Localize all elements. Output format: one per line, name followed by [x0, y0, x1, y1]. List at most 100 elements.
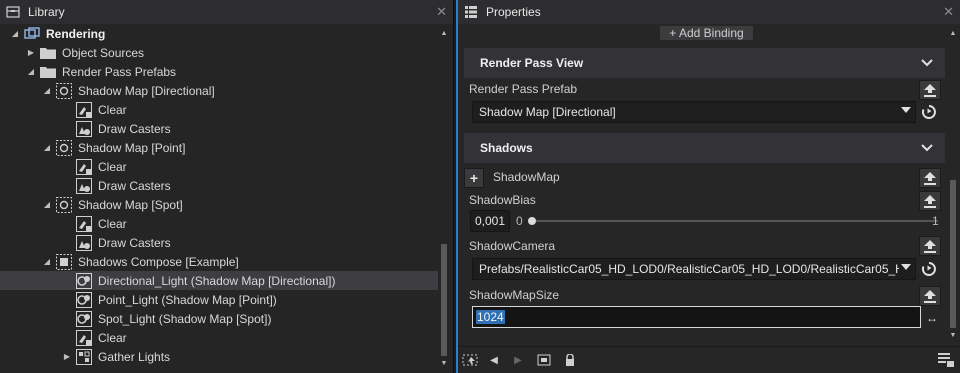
- scroll-down-icon[interactable]: ▼: [439, 358, 449, 368]
- library-scrollbar[interactable]: ▲ ▼: [439, 28, 449, 368]
- draw-stage-icon: [76, 234, 92, 251]
- caret-spacer: [62, 181, 72, 191]
- tree-item-label: Object Sources: [62, 45, 145, 60]
- tree-item[interactable]: Clear: [0, 100, 438, 119]
- render-pass-icon: [56, 139, 72, 156]
- scroll-down-icon[interactable]: ▼: [948, 330, 958, 340]
- tree-item[interactable]: Draw Casters: [0, 176, 438, 195]
- forward-arrow-icon[interactable]: ▶: [510, 353, 526, 367]
- tree-item[interactable]: ◢ Shadow Map [Point]: [0, 138, 438, 157]
- tree-item[interactable]: Clear: [0, 157, 438, 176]
- shadow-bias-slider-handle[interactable]: [528, 217, 536, 225]
- properties-scroll-thumb[interactable]: [950, 180, 956, 328]
- shadows-section-header[interactable]: Shadows: [464, 133, 945, 163]
- properties-panel: Properties ✕ + Add Binding Render Pass V…: [456, 0, 960, 373]
- shadow-bias-slider[interactable]: [530, 220, 938, 222]
- navigate-to-icon[interactable]: [921, 261, 937, 277]
- tree-item[interactable]: Point_Light (Shadow Map [Point]): [0, 290, 438, 309]
- slider-min-label: 0: [516, 214, 523, 228]
- properties-icon: [464, 5, 478, 19]
- tree-item[interactable]: ◢ Shadow Map [Directional]: [0, 81, 438, 100]
- tree-item[interactable]: ▶ Object Sources: [0, 43, 438, 62]
- library-close-icon[interactable]: ✕: [436, 4, 447, 20]
- library-icon: [6, 5, 20, 19]
- navigate-to-icon[interactable]: [921, 104, 937, 120]
- tree-item[interactable]: Draw Casters: [0, 119, 438, 138]
- properties-close-icon[interactable]: ✕: [943, 4, 954, 20]
- caret-spacer: [62, 333, 72, 343]
- shadow-map-size-reset-button[interactable]: [919, 286, 941, 306]
- drag-resize-icon[interactable]: ↔: [923, 311, 941, 325]
- add-binding-button[interactable]: + Add Binding: [660, 26, 753, 40]
- expanded-caret-icon[interactable]: ◢: [42, 86, 52, 96]
- expanded-caret-icon[interactable]: ◢: [26, 67, 36, 77]
- lock-icon[interactable]: [562, 353, 578, 367]
- shadow-camera-value: Prefabs/RealisticCar05_HD_LOD0/Realistic…: [479, 262, 899, 276]
- slider-max-label: 1: [932, 214, 939, 228]
- tree-item[interactable]: ◢ Rendering: [0, 24, 438, 43]
- expanded-caret-icon[interactable]: ◢: [10, 29, 20, 39]
- shadow-map-size-label: ShadowMapSize: [469, 288, 560, 302]
- render-pass-view-section-header[interactable]: Render Pass View: [464, 48, 945, 78]
- property-list-icon[interactable]: [938, 353, 954, 367]
- shadow-map-reset-button[interactable]: [919, 168, 941, 188]
- tree-item[interactable]: ◢ Render Pass Prefabs: [0, 62, 438, 81]
- dropdown-arrow-icon: [901, 264, 911, 270]
- select-target-icon[interactable]: [462, 353, 478, 367]
- folder-icon: [40, 45, 56, 61]
- upload-icon: [924, 171, 936, 185]
- tree-item-label: Draw Casters: [98, 121, 171, 136]
- collapsed-caret-icon[interactable]: ▶: [62, 352, 72, 362]
- properties-titlebar: Properties ✕: [458, 0, 960, 24]
- tree-item[interactable]: Clear: [0, 328, 438, 347]
- library-scroll-thumb[interactable]: [441, 244, 447, 356]
- light-stage-icon: [76, 291, 92, 308]
- tree-item-label: Shadow Map [Point]: [78, 140, 186, 155]
- folder-icon: [40, 64, 56, 80]
- render-pass-prefab-dropdown[interactable]: Shadow Map [Directional]: [472, 101, 916, 123]
- scroll-up-icon[interactable]: ▲: [948, 28, 958, 38]
- tree-item[interactable]: ◢ Shadows Compose [Example]: [0, 252, 438, 271]
- upload-icon: [924, 289, 936, 303]
- tree-item-label: Shadows Compose [Example]: [78, 254, 239, 269]
- expanded-caret-icon[interactable]: ◢: [42, 143, 52, 153]
- library-tree: ◢ Rendering ▶ Object Sources ◢ Render Pass Pr…: [0, 24, 438, 373]
- add-shadow-map-button[interactable]: +: [464, 168, 484, 188]
- properties-scrollbar[interactable]: ▲ ▼: [948, 28, 958, 340]
- tree-item[interactable]: Spot_Light (Shadow Map [Spot]): [0, 309, 438, 328]
- properties-toolbar: ◀ ▶: [458, 346, 960, 373]
- dropdown-arrow-icon: [901, 107, 911, 113]
- tree-item-label: Clear: [98, 102, 127, 117]
- tree-item-label: Gather Lights: [98, 349, 171, 364]
- scroll-up-icon[interactable]: ▲: [439, 28, 449, 38]
- back-arrow-icon[interactable]: ◀: [486, 353, 502, 367]
- upload-icon: [924, 83, 936, 97]
- tree-item-label: Spot_Light (Shadow Map [Spot]): [98, 311, 272, 326]
- render-pass-icon: [56, 196, 72, 213]
- compose-pass-icon: [56, 253, 72, 270]
- shadow-map-size-input[interactable]: 1024: [472, 306, 921, 328]
- tree-item[interactable]: Draw Casters: [0, 233, 438, 252]
- collapsed-caret-icon[interactable]: ▶: [26, 48, 36, 58]
- tree-item-label: Directional_Light (Shadow Map [Direction…: [98, 273, 336, 288]
- clear-stage-icon: [76, 329, 92, 346]
- tree-item-label: Clear: [98, 330, 127, 345]
- expanded-caret-icon[interactable]: ◢: [42, 200, 52, 210]
- upload-icon: [924, 194, 936, 208]
- shadow-camera-dropdown[interactable]: Prefabs/RealisticCar05_HD_LOD0/Realistic…: [472, 258, 916, 280]
- shadow-bias-input[interactable]: 0,001: [470, 210, 510, 232]
- expanded-caret-icon[interactable]: ◢: [42, 257, 52, 267]
- shadow-bias-reset-button[interactable]: [919, 191, 941, 211]
- frame-selection-icon[interactable]: [536, 353, 552, 367]
- gather-stage-icon: [76, 348, 92, 365]
- tree-item[interactable]: ◢ Shadow Map [Spot]: [0, 195, 438, 214]
- render-pass-icon: [56, 82, 72, 99]
- shadow-camera-reset-button[interactable]: [919, 236, 941, 256]
- reset-to-prefab-button[interactable]: [919, 80, 941, 100]
- clear-stage-icon: [76, 158, 92, 175]
- caret-spacer: [62, 295, 72, 305]
- tree-item[interactable]: Clear: [0, 214, 438, 233]
- caret-spacer: [62, 276, 72, 286]
- tree-item[interactable]: ▶ Gather Lights: [0, 347, 438, 366]
- tree-item[interactable]: Directional_Light (Shadow Map [Direction…: [0, 271, 438, 290]
